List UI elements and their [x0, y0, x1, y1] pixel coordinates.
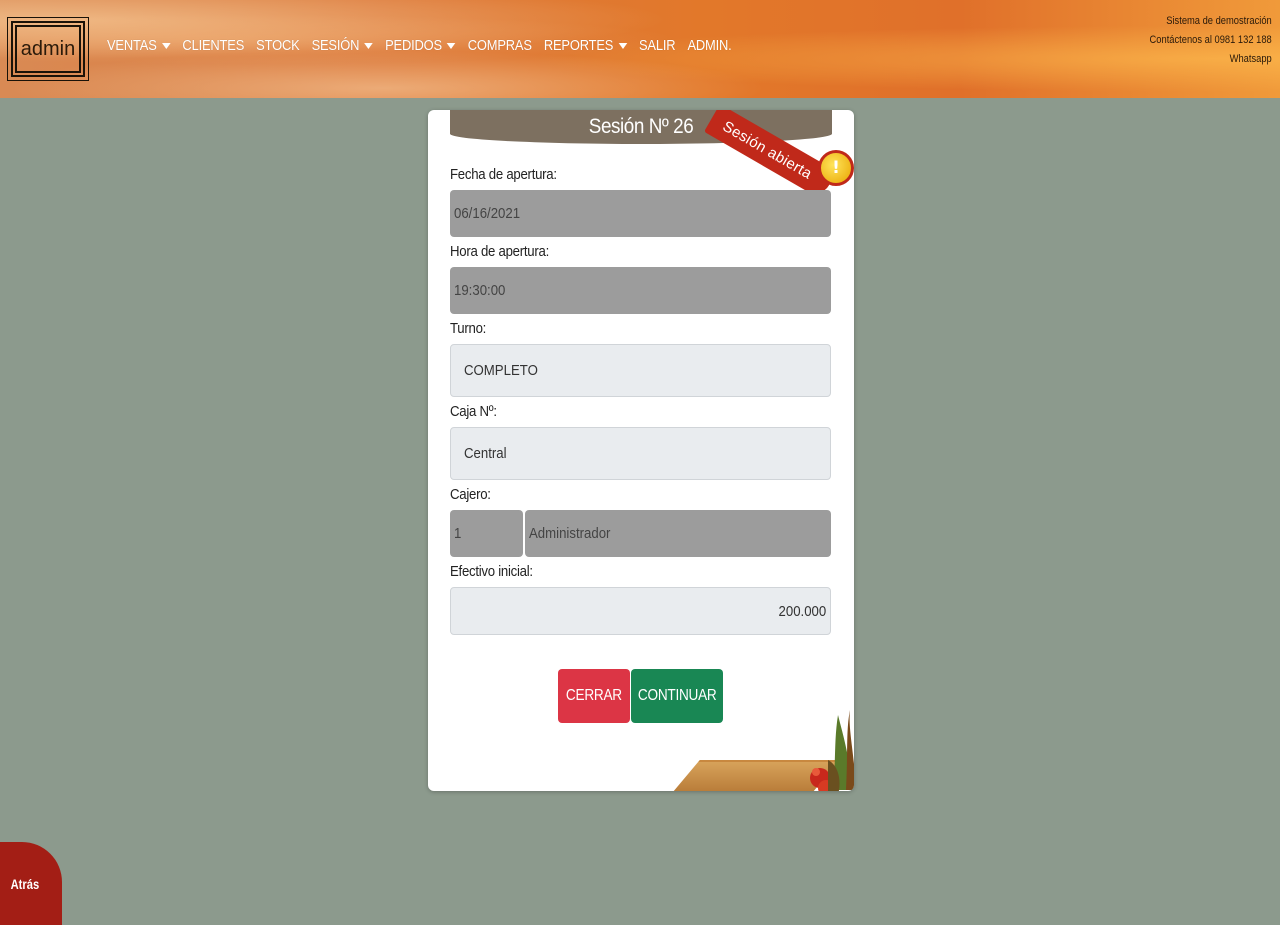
nav-item-pedidos[interactable]: PEDIDOS	[385, 37, 456, 54]
info-line-demo: Sistema de demostración	[1166, 15, 1272, 27]
caja-field[interactable]: Central	[450, 427, 831, 480]
brand-label: admin	[15, 25, 81, 73]
fecha-field: 06/16/2021	[450, 190, 831, 237]
nav-label: ADMIN.	[687, 37, 732, 54]
nav-label: SALIR	[638, 37, 676, 54]
session-form: Fecha de apertura: 06/16/2021 Hora de ap…	[450, 160, 831, 635]
nav-item-ventas[interactable]: VENTAS	[107, 37, 171, 54]
main-nav: VENTAS CLIENTES STOCK SESIÓN PEDIDOS COM…	[107, 37, 732, 54]
continuar-label: CONTINUAR	[637, 687, 717, 704]
nav-label: PEDIDOS	[385, 37, 442, 54]
nav-item-clientes[interactable]: CLIENTES	[182, 37, 244, 54]
hora-value: 19:30:00	[454, 282, 506, 299]
efectivo-label: Efectivo inicial:	[450, 563, 533, 580]
nav-label: COMPRAS	[467, 37, 532, 54]
nav-label: VENTAS	[107, 37, 157, 54]
nav-label: STOCK	[256, 37, 300, 54]
cajero-id: 1	[454, 525, 462, 542]
session-title: Sesión Nº 26	[588, 115, 694, 138]
hora-label: Hora de apertura:	[450, 243, 549, 260]
session-card: Sesión Nº 26 Sesión abierta ! Fecha de a…	[428, 110, 854, 791]
fecha-label: Fecha de apertura:	[450, 166, 557, 183]
efectivo-field[interactable]: 200.000	[450, 587, 831, 635]
info-line-whatsapp[interactable]: Whatsapp	[1150, 50, 1272, 69]
efectivo-value: 200.000	[778, 602, 826, 620]
caret-down-icon	[161, 43, 171, 49]
cajero-row: 1 Administrador	[450, 510, 831, 557]
vegetables-decoration	[810, 710, 854, 791]
turno-label: Turno:	[450, 320, 487, 337]
cerrar-button[interactable]: CERRAR	[558, 669, 630, 723]
cajero-name: Administrador	[529, 525, 611, 542]
caret-down-icon	[364, 43, 374, 49]
hora-field: 19:30:00	[450, 267, 831, 314]
nav-item-stock[interactable]: STOCK	[256, 37, 300, 54]
continuar-button[interactable]: CONTINUAR	[631, 669, 723, 723]
cajero-id-field: 1	[450, 510, 523, 557]
nav-item-sesion[interactable]: SESIÓN	[311, 37, 374, 54]
nav-label: CLIENTES	[182, 37, 245, 54]
nav-label: REPORTES	[543, 37, 614, 54]
nav-item-compras[interactable]: COMPRAS	[468, 37, 532, 54]
fecha-value: 06/16/2021	[454, 205, 521, 222]
cajero-name-field: Administrador	[525, 510, 831, 557]
info-line-contact[interactable]: Contáctenos al 0981 132 188	[1150, 31, 1272, 50]
caret-down-icon	[447, 43, 456, 49]
contact-info: Sistema de demostración Contáctenos al 0…	[1150, 12, 1272, 69]
nav-item-admin[interactable]: ADMIN.	[687, 37, 731, 54]
back-label: Atrás	[10, 876, 40, 892]
cajero-label: Cajero:	[450, 486, 491, 503]
nav-label: SESIÓN	[311, 37, 360, 54]
caja-label: Caja Nº:	[450, 403, 497, 420]
back-button[interactable]: Atrás	[0, 842, 62, 925]
cerrar-label: CERRAR	[566, 687, 622, 704]
caret-down-icon	[618, 43, 627, 49]
nav-item-reportes[interactable]: REPORTES	[544, 37, 627, 54]
top-navbar: admin VENTAS CLIENTES STOCK SESIÓN PEDID…	[0, 0, 1280, 98]
caja-value: Central	[464, 445, 507, 462]
action-buttons: CERRAR CONTINUAR	[558, 669, 723, 723]
brand-logo[interactable]: admin	[7, 17, 89, 81]
nav-item-salir[interactable]: SALIR	[638, 37, 676, 54]
turno-value: COMPLETO	[464, 362, 538, 379]
turno-field[interactable]: COMPLETO	[450, 344, 831, 397]
